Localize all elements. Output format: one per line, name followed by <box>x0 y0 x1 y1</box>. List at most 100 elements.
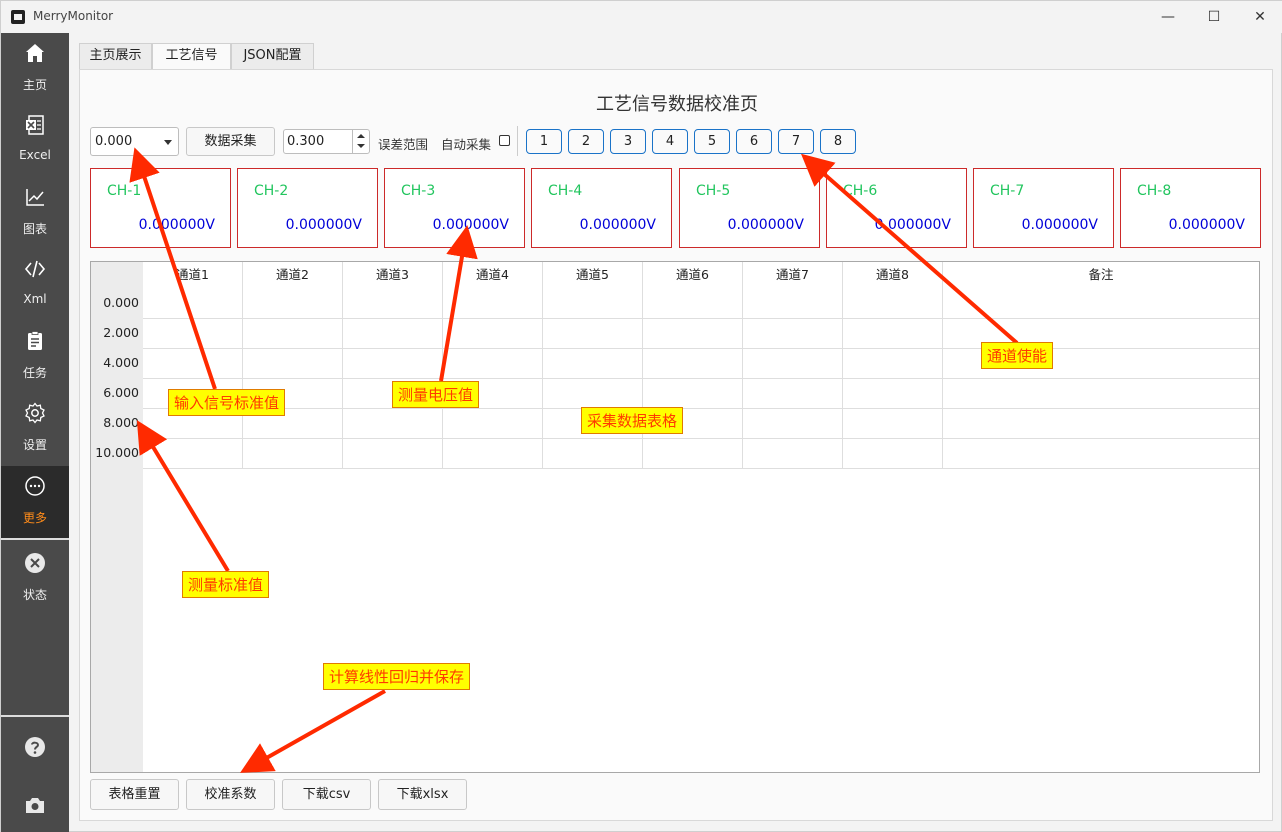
auto-collect-checkbox[interactable] <box>499 135 510 146</box>
annotation-regression: 计算线性回归并保存 <box>323 663 471 690</box>
tolerance-label: 误差范围 <box>378 137 429 152</box>
channel-voltage: 0.000000V <box>579 217 656 233</box>
excel-icon <box>26 115 44 135</box>
calibration-coefficient-button[interactable]: 校准系数 <box>186 779 275 810</box>
tab-json-config[interactable]: JSON配置 <box>231 43 314 69</box>
toolbar-separator <box>517 126 518 156</box>
title-bar: MerryMonitor — ☐ ✕ <box>1 1 1282 33</box>
channel-name: CH-4 <box>548 183 583 199</box>
row-header: 8.000 <box>103 415 139 430</box>
tab-label: 主页展示 <box>89 48 142 63</box>
tab-process-signal[interactable]: 工艺信号 <box>152 43 231 70</box>
home-icon <box>26 44 44 62</box>
help-icon[interactable] <box>23 735 47 759</box>
standard-value-select[interactable]: 0.000 <box>90 127 179 156</box>
column-header[interactable]: 通道1 <box>143 262 242 288</box>
channel-voltage: 0.000000V <box>1168 217 1245 233</box>
sidebar-item-label: 更多 <box>22 511 47 525</box>
sidebar-item-more[interactable]: 更多 <box>1 466 69 538</box>
channel-card-8: CH-8 0.000000V <box>1120 168 1261 248</box>
gear-icon <box>25 402 45 424</box>
sidebar-item-chart[interactable]: 图表 <box>1 177 69 249</box>
channel-voltage: 0.000000V <box>285 217 362 233</box>
spin-up-icon[interactable] <box>357 134 365 138</box>
spinner-buttons[interactable] <box>352 130 369 153</box>
download-csv-button[interactable]: 下载csv <box>282 779 371 810</box>
close-icon: ✕ <box>1254 9 1266 25</box>
chevron-down-icon <box>164 140 172 145</box>
channel-enable-button-2[interactable]: 2 <box>568 129 604 154</box>
channel-enable-button-6[interactable]: 6 <box>736 129 772 154</box>
tolerance-value: 0.300 <box>287 134 325 149</box>
sidebar-item-settings[interactable]: 设置 <box>1 393 69 465</box>
row-header: 4.000 <box>103 355 139 370</box>
spin-down-icon[interactable] <box>357 144 365 148</box>
more-icon <box>25 476 45 496</box>
channel-card-5: CH-5 0.000000V <box>679 168 820 248</box>
grid-line <box>143 378 1259 379</box>
grid-line <box>143 408 1259 409</box>
camera-icon[interactable] <box>23 793 47 817</box>
grid-line <box>143 438 1259 439</box>
annotation-table: 采集数据表格 <box>581 407 684 434</box>
sidebar-item-xml[interactable]: Xml <box>1 249 69 321</box>
sidebar-item-excel[interactable]: Excel <box>1 105 69 177</box>
column-header[interactable]: 通道3 <box>343 262 442 288</box>
channel-card-6: CH-6 0.000000V <box>826 168 967 248</box>
download-xlsx-button[interactable]: 下载xlsx <box>378 779 467 810</box>
sidebar-item-home[interactable]: 主页 <box>1 33 69 105</box>
app-window: MerryMonitor — ☐ ✕ 主页 Excel 图表 Xml 任务 设置 <box>0 0 1282 832</box>
sidebar-item-status[interactable]: 状态 <box>1 543 69 615</box>
annotation-measured-voltage: 测量电压值 <box>392 381 480 408</box>
channel-enable-button-1[interactable]: 1 <box>526 129 562 154</box>
channel-name: CH-6 <box>843 183 878 199</box>
maximize-button[interactable]: ☐ <box>1191 1 1237 33</box>
channel-enable-button-5[interactable]: 5 <box>694 129 730 154</box>
channel-voltage: 0.000000V <box>1021 217 1098 233</box>
channel-enable-button-7[interactable]: 7 <box>778 129 814 154</box>
sidebar-divider <box>1 538 69 540</box>
column-header[interactable]: 通道8 <box>843 262 942 288</box>
code-icon <box>24 260 46 278</box>
minimize-button[interactable]: — <box>1145 1 1191 33</box>
row-header: 10.000 <box>95 445 139 460</box>
channel-enable-button-4[interactable]: 4 <box>652 129 688 154</box>
channel-enable-button-8[interactable]: 8 <box>820 129 856 154</box>
minimize-icon: — <box>1161 9 1175 25</box>
channel-card-7: CH-7 0.000000V <box>973 168 1114 248</box>
sidebar-item-label: Xml <box>23 292 47 306</box>
tab-home-display[interactable]: 主页展示 <box>79 43 152 69</box>
clipboard-icon <box>28 331 42 350</box>
column-header[interactable]: 通道2 <box>243 262 342 288</box>
row-header: 2.000 <box>103 325 139 340</box>
column-header[interactable]: 通道4 <box>443 262 542 288</box>
column-header[interactable]: 通道6 <box>643 262 742 288</box>
data-table[interactable]: 通道1 通道2 通道3 通道4 通道5 通道6 通道7 通道8 备注 0.000… <box>90 261 1260 773</box>
close-button[interactable]: ✕ <box>1237 1 1282 33</box>
channel-name: CH-5 <box>696 183 731 199</box>
channel-voltage: 0.000000V <box>727 217 804 233</box>
row-header: 6.000 <box>103 385 139 400</box>
sidebar-item-label: 图表 <box>22 222 47 236</box>
column-header[interactable]: 通道5 <box>543 262 642 288</box>
window-title: MerryMonitor <box>33 9 114 23</box>
collect-data-button[interactable]: 数据采集 <box>186 127 275 156</box>
tab-label: JSON配置 <box>243 48 302 63</box>
channel-name: CH-2 <box>254 183 289 199</box>
grid-line <box>143 318 1259 319</box>
sidebar-divider <box>1 715 69 717</box>
channel-name: CH-7 <box>990 183 1025 199</box>
tolerance-spinner[interactable]: 0.300 <box>283 129 370 154</box>
sidebar-item-task[interactable]: 任务 <box>1 321 69 393</box>
sidebar-item-label: 主页 <box>22 78 47 92</box>
column-header[interactable]: 通道7 <box>743 262 842 288</box>
channel-voltage: 0.000000V <box>138 217 215 233</box>
calibration-panel: 工艺信号数据校准页 0.000 数据采集 0.300 误差范围 自动采集 1 2… <box>79 69 1273 821</box>
channel-voltage: 0.000000V <box>874 217 951 233</box>
channel-enable-button-3[interactable]: 3 <box>610 129 646 154</box>
reset-table-button[interactable]: 表格重置 <box>90 779 179 810</box>
column-header[interactable]: 备注 <box>943 262 1259 288</box>
sidebar: 主页 Excel 图表 Xml 任务 设置 更多 状态 <box>1 33 69 832</box>
channel-card-3: CH-3 0.000000V <box>384 168 525 248</box>
channel-card-4: CH-4 0.000000V <box>531 168 672 248</box>
